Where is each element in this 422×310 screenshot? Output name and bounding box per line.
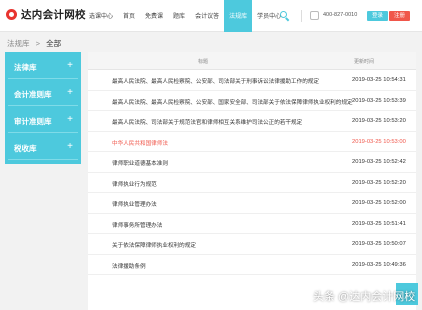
search-icon[interactable] (280, 11, 290, 22)
plus-icon[interactable]: + (67, 87, 73, 99)
sidebar-item-accounting-standards[interactable]: 会计准则库 + (8, 83, 78, 106)
login-button[interactable]: 登录 (367, 11, 389, 21)
nav-item-question-bank[interactable]: 题库 (168, 0, 190, 32)
row-title[interactable]: 最高人民法院、司法部关于规范法官和律师相互关系维护司法公正的若干规定 (112, 118, 302, 126)
row-title[interactable]: 律师执业行为规范 (112, 180, 157, 188)
row-time: 2019-03-25 10:53:39 (352, 97, 406, 104)
table-header: 标题 更新时间 (88, 52, 416, 70)
nav-item-accounting-qa[interactable]: 会计议答 (190, 0, 224, 32)
category-sidebar: 法律库 + 会计准则库 + 审计准则库 + 税收库 + (5, 52, 81, 164)
table-row[interactable]: 律师职业道德基本准则 2019-03-25 10:52:42 (88, 152, 416, 173)
table-row[interactable]: 最高人民法院、最高人民检察院、公安部、国家安全部、司法部关于依法保障律师执业权利… (88, 91, 416, 111)
row-title[interactable]: 律师执业管理办法 (112, 200, 157, 208)
table-row[interactable]: 中华人民共和国律师法 2019-03-25 10:53:00 (88, 132, 416, 152)
row-time: 2019-03-25 10:54:31 (352, 77, 406, 83)
phone-icon (310, 11, 319, 20)
header-divider (301, 10, 302, 22)
breadcrumb: 法规库 > 全部 (7, 38, 61, 49)
main-nav: 选课中心 首页 免费课 题库 会计议答 法规库 学员中心 (84, 0, 286, 32)
nav-item-free-courses[interactable]: 免费课 (140, 0, 168, 32)
logo-icon (6, 9, 17, 20)
row-title[interactable]: 最高人民法院、最高人民检察院、公安部、国家安全部、司法部关于依法保障律师执业权利… (112, 98, 353, 106)
nav-item-home[interactable]: 首页 (118, 0, 140, 32)
logo[interactable]: 达内会计网校 (6, 7, 86, 22)
plus-icon[interactable]: + (67, 60, 73, 72)
sidebar-item-law[interactable]: 法律库 + (8, 56, 78, 79)
brand-name: 达内会计网校 (21, 9, 86, 21)
nav-item-course-center[interactable]: 选课中心 (84, 0, 118, 32)
table-row[interactable]: 法律援助条例 2019-03-25 10:49:36 (88, 255, 416, 275)
sidebar-item-label: 审计准则库 (14, 117, 52, 126)
row-time: 2019-03-25 10:53:00 (352, 138, 406, 145)
breadcrumb-current: 全部 (46, 39, 62, 48)
register-button[interactable]: 注册 (389, 11, 411, 21)
phone-number: 400-827-0010 (323, 12, 358, 18)
row-title[interactable]: 关于依法保障律师执业权利的规定 (112, 241, 196, 249)
table-row[interactable]: 最高人民法院、司法部关于规范法官和律师相互关系维护司法公正的若干规定 2019-… (88, 111, 416, 132)
breadcrumb-root[interactable]: 法规库 (7, 39, 30, 48)
sidebar-item-label: 税收库 (14, 144, 37, 153)
sidebar-item-label: 法律库 (14, 63, 37, 72)
table-row[interactable]: 律师事务所管理办法 2019-03-25 10:51:41 (88, 214, 416, 234)
row-title[interactable]: 律师职业道德基本准则 (112, 159, 168, 167)
plus-icon[interactable]: + (67, 141, 73, 153)
column-header-time: 更新时间 (354, 59, 375, 65)
nav-item-regulations[interactable]: 法规库 (224, 0, 253, 32)
plus-icon[interactable]: + (67, 114, 73, 126)
column-header-title: 标题 (198, 59, 209, 65)
row-time: 2019-03-25 10:53:20 (352, 118, 406, 124)
row-title[interactable]: 最高人民法院、最高人民检察院、公安部、司法部关于刑事诉讼法律援助工作的规定 (112, 77, 319, 85)
row-time: 2019-03-25 10:52:00 (352, 200, 406, 206)
breadcrumb-separator: > (35, 39, 40, 48)
sidebar-item-audit-standards[interactable]: 审计准则库 + (8, 110, 78, 133)
row-time: 2019-03-25 10:49:36 (352, 261, 406, 268)
row-time: 2019-03-25 10:51:41 (352, 220, 406, 227)
row-title[interactable]: 律师事务所管理办法 (112, 221, 162, 229)
row-title[interactable]: 法律援助条例 (112, 262, 146, 270)
table-row[interactable]: 律师执业行为规范 2019-03-25 10:52:20 (88, 173, 416, 193)
watermark: 头条 @达内会计网校 (313, 291, 416, 303)
sidebar-item-label: 会计准则库 (14, 90, 52, 99)
row-title[interactable]: 中华人民共和国律师法 (112, 139, 168, 147)
regulations-table: 标题 更新时间 最高人民法院、最高人民检察院、公安部、司法部关于刑事诉讼法律援助… (88, 52, 416, 310)
table-row[interactable]: 律师执业管理办法 2019-03-25 10:52:00 (88, 193, 416, 214)
top-bar: 达内会计网校 选课中心 首页 免费课 题库 会计议答 法规库 学员中心 400-… (0, 0, 422, 32)
sidebar-item-tax[interactable]: 税收库 + (8, 137, 78, 160)
row-time: 2019-03-25 10:52:42 (352, 159, 406, 165)
table-row[interactable]: 最高人民法院、最高人民检察院、公安部、司法部关于刑事诉讼法律援助工作的规定 20… (88, 70, 416, 91)
table-row[interactable]: 关于依法保障律师执业权利的规定 2019-03-25 10:50:07 (88, 234, 416, 255)
row-time: 2019-03-25 10:50:07 (352, 241, 406, 247)
row-time: 2019-03-25 10:52:20 (352, 179, 406, 186)
